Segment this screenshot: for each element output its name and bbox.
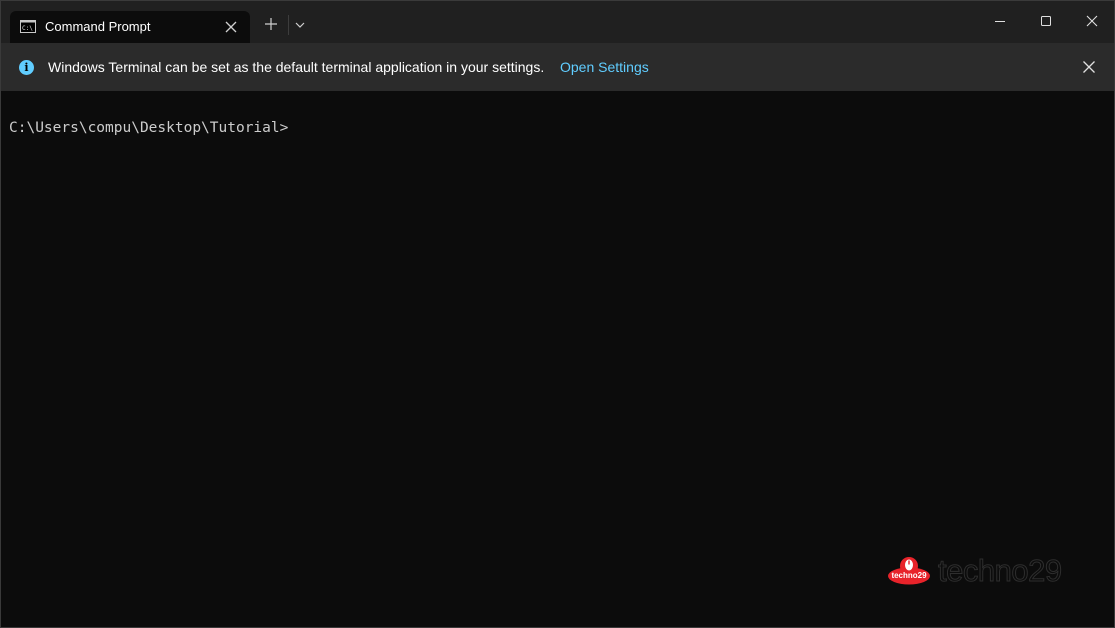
maximize-icon[interactable] xyxy=(1038,13,1054,29)
cmd-icon: C:\ xyxy=(20,20,36,33)
chevron-down-icon[interactable] xyxy=(294,19,306,31)
watermark-badge-text: techno29 xyxy=(891,571,927,580)
window-close-icon[interactable] xyxy=(1084,13,1100,29)
tab-separator xyxy=(288,15,289,35)
title-bar[interactable]: C:\ Command Prompt xyxy=(1,1,1114,43)
svg-text:C:\: C:\ xyxy=(22,25,33,32)
minimize-icon[interactable] xyxy=(992,13,1008,29)
info-message: Windows Terminal can be set as the defau… xyxy=(48,59,545,75)
tab-title: Command Prompt xyxy=(45,19,151,34)
watermark-text: techno29 xyxy=(938,553,1063,588)
info-icon: i xyxy=(19,60,34,75)
terminal-window: C:\ Command Prompt i Windows Terminal ca xyxy=(0,0,1115,628)
plus-icon[interactable] xyxy=(263,16,279,32)
info-bar: i Windows Terminal can be set as the def… xyxy=(1,43,1114,91)
tab-command-prompt[interactable]: C:\ Command Prompt xyxy=(10,11,250,43)
terminal-area[interactable]: C:\Users\compu\Desktop\Tutorial> techno2… xyxy=(1,91,1114,627)
close-icon[interactable] xyxy=(1082,60,1096,74)
open-settings-link[interactable]: Open Settings xyxy=(560,59,649,76)
command-prompt-line: C:\Users\compu\Desktop\Tutorial> xyxy=(9,120,289,136)
info-icon-glyph: i xyxy=(24,61,29,74)
tab-close-icon[interactable] xyxy=(224,20,238,34)
watermark-logo: techno29 techno29 xyxy=(887,553,1077,594)
